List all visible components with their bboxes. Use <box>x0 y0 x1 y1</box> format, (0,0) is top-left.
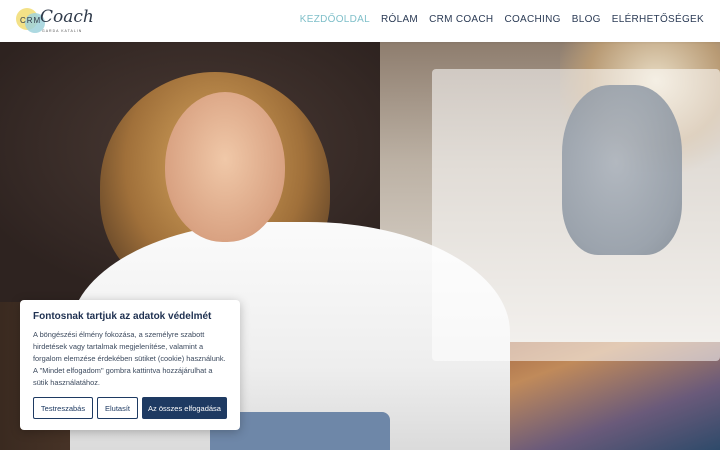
accept-all-button[interactable]: Az összes elfogadása <box>142 397 227 419</box>
cookie-buttons: Testreszabás Elutasít Az összes elfogadá… <box>33 397 227 419</box>
hero-overlay-panel <box>432 69 720 361</box>
logo-subtitle: GARDA KATALIN <box>42 29 83 33</box>
vase-image <box>562 85 682 255</box>
site-header: CRM Coach GARDA KATALIN KEZDŐOLDAL RÓLAM… <box>0 0 720 42</box>
logo-crm-text: CRM <box>20 16 42 25</box>
portrait-face <box>165 92 285 242</box>
nav-item-blog[interactable]: BLOG <box>572 14 601 25</box>
main-nav: KEZDŐOLDAL RÓLAM CRM COACH COACHING BLOG… <box>300 14 704 25</box>
customize-button[interactable]: Testreszabás <box>33 397 93 419</box>
cookie-consent-banner: Fontosnak tartjuk az adatok védelmét A b… <box>20 300 240 430</box>
nav-item-about[interactable]: RÓLAM <box>381 14 418 25</box>
nav-item-contact[interactable]: ELÉRHETŐSÉGEK <box>612 14 704 25</box>
cookie-text-line: sütik használatához. <box>33 378 100 387</box>
reject-button[interactable]: Elutasít <box>97 397 138 419</box>
cookie-title: Fontosnak tartjuk az adatok védelmét <box>33 311 212 322</box>
cookie-text-line: forgalom elemzése érdekében sütiket (coo… <box>33 354 226 363</box>
cookie-text-line: A böngészési élmény fokozása, a személyr… <box>33 330 205 339</box>
cookie-text-line: A "Mindet elfogadom" gombra kattintva ho… <box>33 366 213 375</box>
logo-script-text: Coach <box>40 7 94 27</box>
cookie-text-line: hirdetések vagy tartalmak megjelenítése,… <box>33 342 204 351</box>
cookie-description: A böngészési élmény fokozása, a személyr… <box>33 329 227 389</box>
logo[interactable]: CRM Coach GARDA KATALIN <box>16 5 94 37</box>
nav-item-coaching[interactable]: COACHING <box>504 14 560 25</box>
nav-item-crm-coach[interactable]: CRM COACH <box>429 14 493 25</box>
nav-item-home[interactable]: KEZDŐOLDAL <box>300 14 370 25</box>
